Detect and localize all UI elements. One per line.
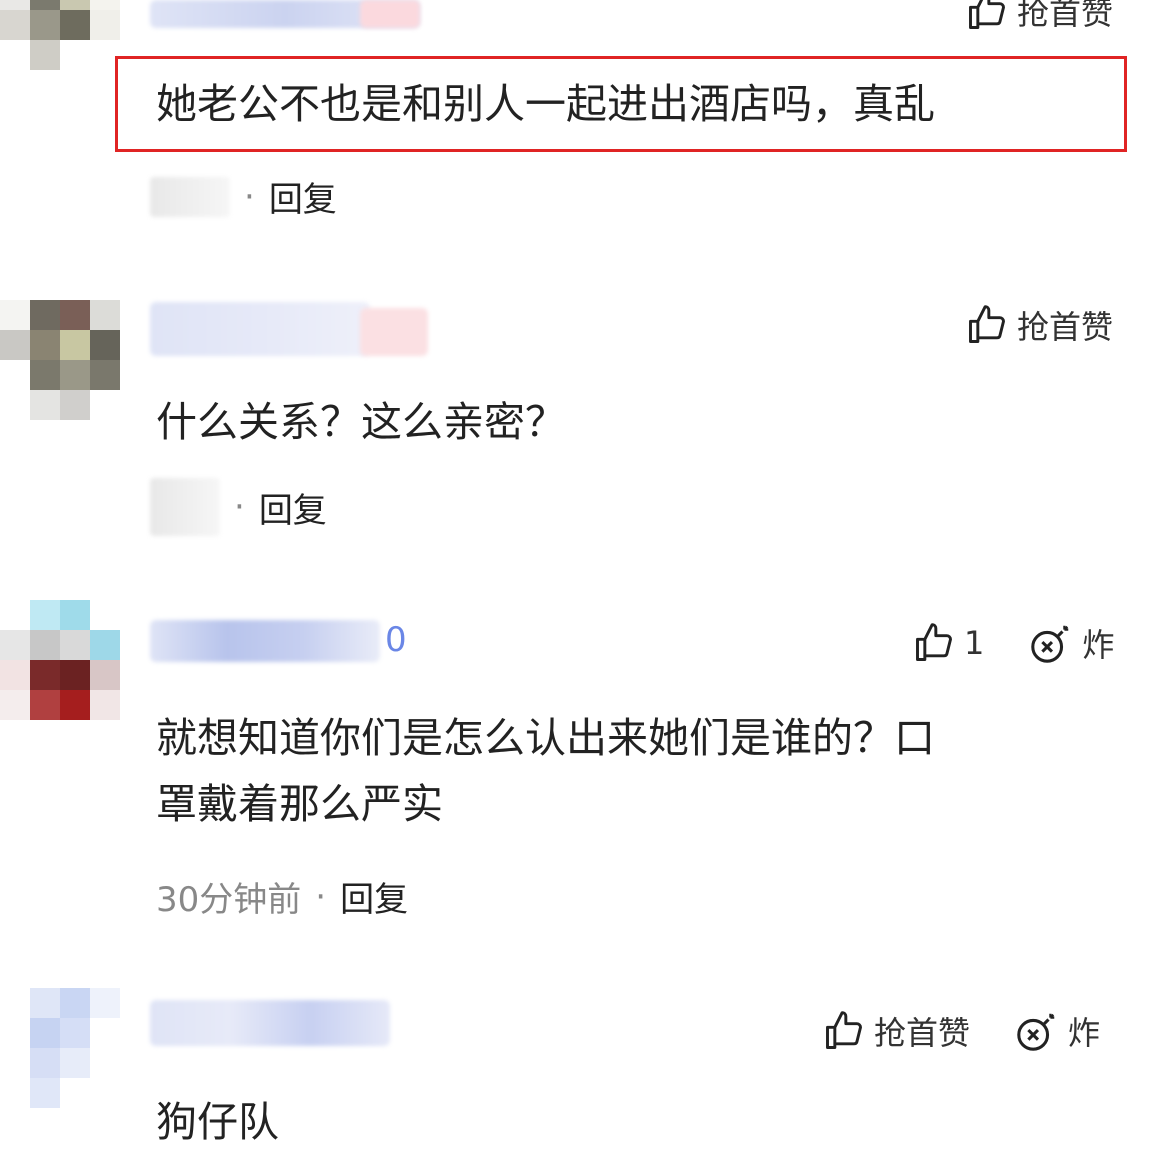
avatar[interactable] [0, 0, 120, 80]
comment-actions: 抢首赞 [965, 302, 1113, 348]
comment-meta: · 回复 [150, 478, 327, 536]
thumbs-up-icon [965, 0, 1009, 33]
like-button[interactable]: 抢首赞 [965, 0, 1113, 34]
bomb-button[interactable]: 炸 [1014, 1008, 1100, 1054]
thumbs-up-icon [965, 303, 1009, 347]
separator: · [315, 876, 327, 917]
comment-actions: 1 炸 [912, 620, 1114, 666]
comment-text-line1: 就想知道你们是怎么认出来她们是谁的？口 [156, 714, 935, 762]
like-button[interactable]: 抢首赞 [965, 302, 1113, 348]
like-button[interactable]: 抢首赞 [822, 1008, 970, 1054]
comment-meta: · 回复 [150, 172, 337, 221]
comment-meta: 30分钟前 · 回复 [156, 872, 408, 921]
username-tail: 0 [385, 620, 407, 660]
bomb-icon [1028, 620, 1074, 666]
reply-button[interactable]: 回复 [259, 483, 327, 532]
comment-text: 什么关系？这么亲密？ [156, 398, 566, 446]
avatar[interactable] [0, 600, 120, 720]
comment-time: 30分钟前 [156, 880, 302, 920]
thumbs-up-icon [822, 1009, 866, 1053]
bomb-label: 炸 [1082, 626, 1115, 664]
like-button[interactable]: 1 [912, 621, 984, 665]
avatar[interactable] [0, 988, 120, 1108]
comment-text-line2: 罩戴着那么严实 [156, 780, 443, 828]
like-label: 抢首赞 [1017, 308, 1114, 346]
comment-text: 狗仔队 [156, 1098, 279, 1146]
separator: · [234, 487, 245, 527]
comment-actions: 抢首赞 [965, 0, 1113, 34]
separator: · [244, 176, 255, 217]
like-label: 抢首赞 [874, 1014, 971, 1052]
username[interactable] [150, 302, 370, 356]
like-count: 1 [964, 624, 985, 662]
username-badge [360, 0, 420, 28]
like-label: 抢首赞 [1017, 0, 1114, 32]
comment-2: 抢首赞 什么关系？这么亲密？ · 回复 [0, 298, 1150, 558]
username-badge [360, 308, 428, 356]
bomb-button[interactable]: 炸 [1028, 620, 1114, 666]
bomb-icon [1014, 1008, 1060, 1054]
avatar[interactable] [0, 300, 120, 420]
time-blurred [150, 176, 230, 217]
username[interactable] [150, 620, 380, 662]
username[interactable] [150, 1000, 390, 1046]
comment-4: 抢首赞 炸 狗仔队 [0, 988, 1150, 1174]
reply-button[interactable]: 回复 [340, 872, 408, 921]
bomb-label: 炸 [1068, 1014, 1101, 1052]
thumbs-up-icon [912, 621, 956, 665]
comment-actions: 抢首赞 炸 [822, 1008, 1100, 1054]
comment-text: 她老公不也是和别人一起进出酒店吗，真乱 [156, 80, 935, 128]
time-blurred [150, 478, 220, 536]
comment-3: 0 1 炸 就想知道你们是怎么认出来她们是谁的？口 罩戴着那么严实 30分钟前 … [0, 600, 1150, 960]
comment-1: 抢首赞 她老公不也是和别人一起进出酒店吗，真乱 · 回复 [0, 0, 1150, 260]
reply-button[interactable]: 回复 [269, 172, 337, 221]
